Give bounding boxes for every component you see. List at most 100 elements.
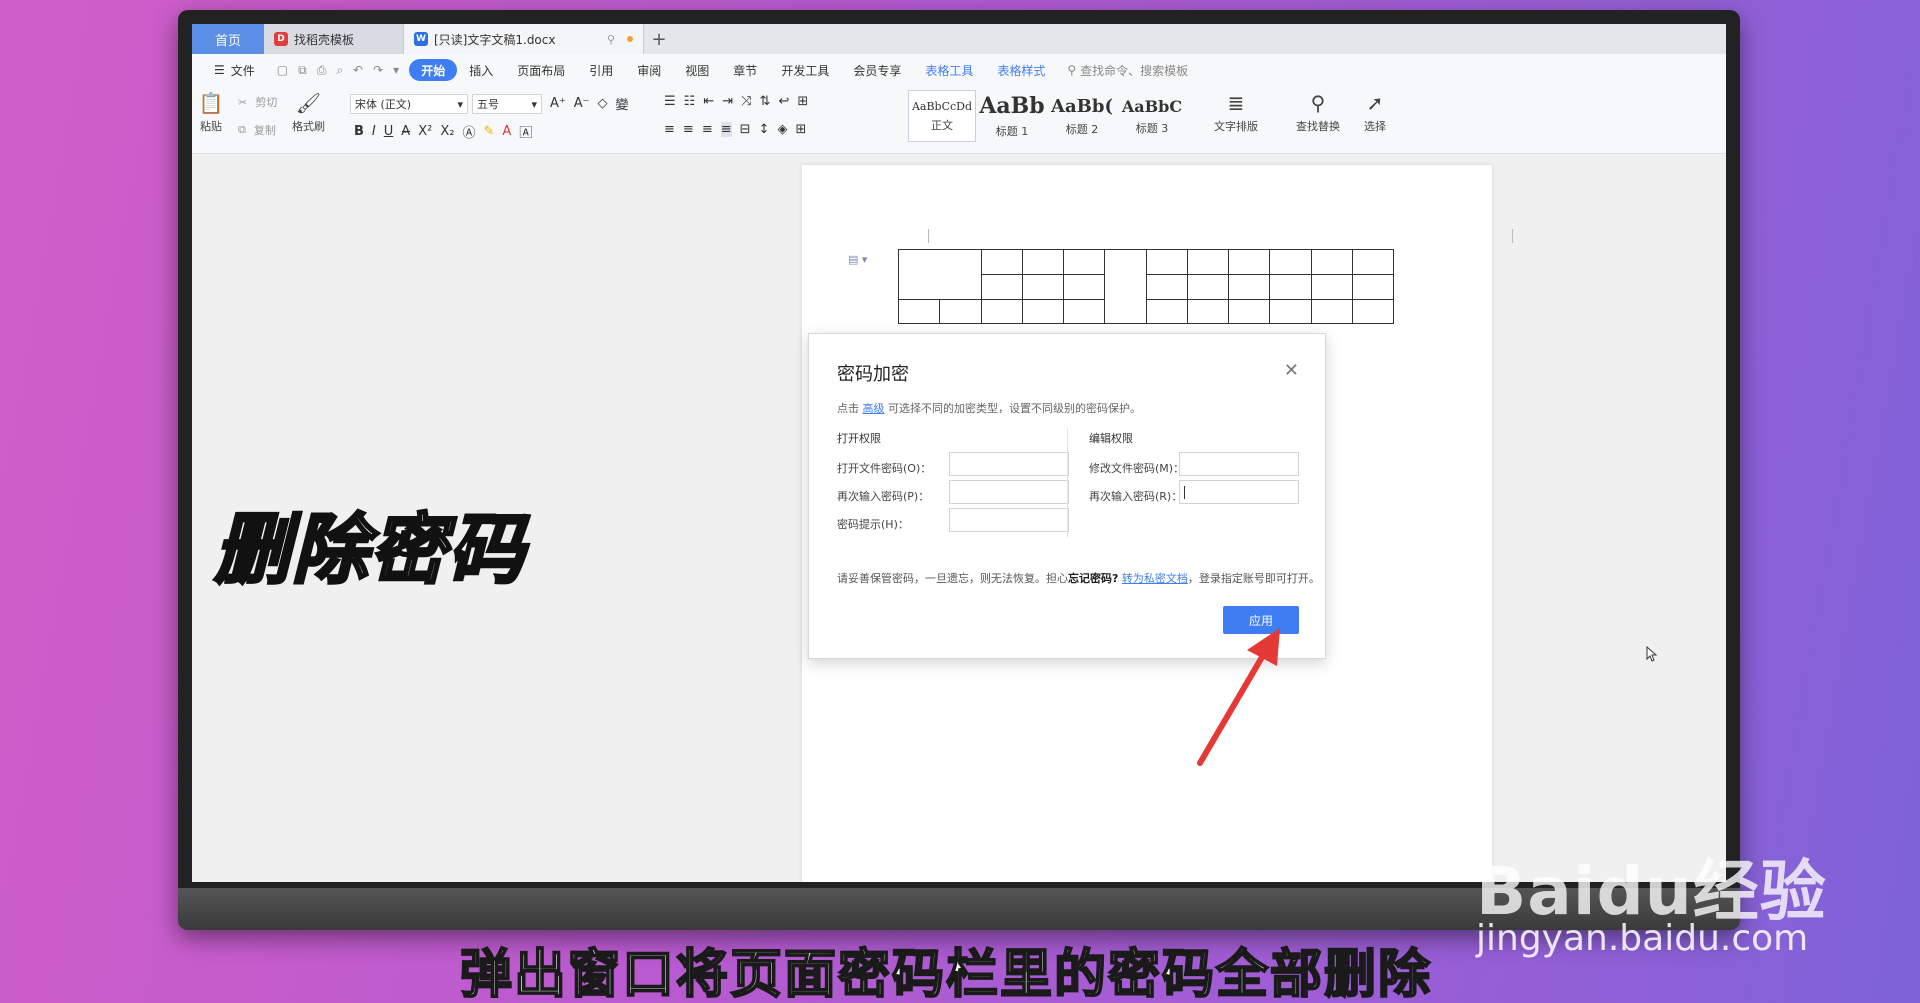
table-cell[interactable] (1186, 274, 1230, 300)
table-cell[interactable] (1062, 299, 1106, 324)
bullet-list-icon[interactable]: ☰ (664, 94, 676, 109)
table-cell[interactable] (1351, 249, 1395, 275)
menu-table-style[interactable]: 表格样式 (985, 59, 1057, 81)
font-name-select[interactable]: 宋体 (正文) ▾ (350, 94, 468, 114)
align-right-icon[interactable]: ≡ (702, 122, 713, 137)
text-layout-button[interactable]: ≣ 文字排版 (1214, 90, 1258, 134)
menu-insert[interactable]: 插入 (457, 59, 505, 81)
phonetic-icon[interactable]: 變 (616, 94, 629, 113)
table-cell[interactable] (980, 299, 1023, 324)
table-cell[interactable] (939, 299, 982, 324)
tab-template[interactable]: D 找稻壳模板 (264, 24, 404, 54)
edit-confirm-field[interactable] (1179, 480, 1299, 504)
copy-button[interactable]: ⧉ 复制 (238, 122, 276, 138)
table-cell[interactable] (1310, 299, 1353, 324)
document-table[interactable] (897, 249, 1395, 324)
table-cell[interactable] (1021, 274, 1065, 300)
font-size-select[interactable]: 五号 ▾ (472, 94, 542, 114)
sort-icon[interactable]: ⇅ (760, 94, 771, 109)
table-cell[interactable] (1186, 299, 1230, 324)
underline-icon[interactable]: U (384, 124, 394, 139)
table-cell[interactable] (980, 274, 1023, 300)
shading-icon[interactable]: ◈ (777, 122, 787, 137)
char-border-icon[interactable]: 🄰 (519, 122, 532, 141)
table-cell[interactable] (1062, 274, 1106, 300)
justify-icon[interactable]: ≡ (720, 122, 732, 137)
table-cell[interactable] (1021, 299, 1065, 324)
style-normal[interactable]: AaBbCcDd 正文 (908, 90, 976, 142)
select-button[interactable]: ➚ 选择 (1362, 90, 1388, 134)
subscript-icon[interactable]: X₂ (440, 124, 454, 139)
menu-member[interactable]: 会员专享 (841, 59, 913, 81)
style-heading-3[interactable]: AaBbC 标题 3 (1118, 90, 1186, 142)
style-heading-1[interactable]: AaBb 标题 1 (978, 90, 1046, 142)
menu-review[interactable]: 审阅 (625, 59, 673, 81)
table-cell[interactable] (1269, 274, 1312, 300)
more-icon[interactable]: ▾ (393, 63, 399, 78)
table-cell[interactable] (1269, 249, 1312, 275)
chinese-layout-icon[interactable]: ⤨ (741, 94, 751, 109)
undo-icon[interactable]: ↶ (353, 63, 363, 78)
new-tab-button[interactable]: + (644, 24, 674, 54)
tab-home[interactable]: 首页 (192, 24, 264, 54)
open-password-field[interactable] (949, 452, 1069, 476)
align-center-icon[interactable]: ≡ (683, 122, 694, 137)
table-cell[interactable] (1310, 249, 1353, 275)
table-cell[interactable] (1145, 299, 1188, 324)
print-icon[interactable]: ⎙ (317, 63, 327, 78)
menu-reference[interactable]: 引用 (577, 59, 625, 81)
menu-section[interactable]: 章节 (721, 59, 769, 81)
menu-view[interactable]: 视图 (673, 59, 721, 81)
file-menu[interactable]: ☰ 文件 (202, 59, 267, 81)
table-cell[interactable] (1145, 274, 1188, 300)
align-left-icon[interactable]: ≡ (664, 122, 675, 137)
save-icon[interactable]: ▢ (277, 63, 288, 78)
password-hint-field[interactable] (949, 508, 1069, 532)
command-search[interactable]: ⚲ 查找命令、搜索模板 (1067, 62, 1188, 79)
table-cell[interactable] (1351, 274, 1395, 300)
distribute-icon[interactable]: ⊟ (740, 122, 751, 137)
menu-table-tools[interactable]: 表格工具 (913, 59, 985, 81)
table-cell[interactable] (1186, 249, 1230, 275)
table-cell[interactable] (1227, 249, 1271, 275)
table-cell[interactable] (1062, 249, 1106, 275)
format-painter-button[interactable]: 🖌 格式刷 (292, 90, 325, 134)
strikethrough-icon[interactable]: A̶ (401, 124, 410, 139)
table-cell[interactable] (1227, 299, 1271, 324)
close-icon[interactable]: ✕ (1284, 360, 1299, 381)
bold-icon[interactable]: B (354, 124, 364, 139)
grow-font-icon[interactable]: A⁺ (550, 96, 566, 111)
tab-document[interactable]: W [只读]文字文稿1.docx ⚲ (404, 24, 644, 54)
clear-format-icon[interactable]: ◇ (598, 96, 608, 111)
open-confirm-field[interactable] (949, 480, 1069, 504)
font-color-icon[interactable]: A (502, 124, 511, 139)
table-cell[interactable] (1269, 299, 1312, 324)
table-cell[interactable] (1227, 274, 1271, 300)
show-marks-icon[interactable]: ↩ (778, 94, 789, 109)
decrease-indent-icon[interactable]: ⇤ (703, 94, 714, 109)
superscript-icon[interactable]: X² (418, 124, 432, 139)
italic-icon[interactable]: I (372, 124, 376, 139)
border-icon[interactable]: ⊞ (795, 122, 806, 137)
increase-indent-icon[interactable]: ⇥ (722, 94, 733, 109)
menu-layout[interactable]: 页面布局 (505, 59, 577, 81)
style-heading-2[interactable]: AaBb( 标题 2 (1048, 90, 1116, 142)
line-spacing-icon[interactable]: ↕ (759, 122, 770, 137)
paste-button[interactable]: 📋 粘贴 (198, 90, 224, 134)
advanced-link[interactable]: 高级 (863, 402, 885, 415)
menu-home[interactable]: 开始 (409, 59, 458, 81)
table-cell[interactable] (980, 249, 1023, 275)
redo-icon[interactable]: ↷ (373, 63, 383, 78)
text-effect-icon[interactable]: Ⓐ (462, 122, 475, 141)
cut-button[interactable]: ✂ 剪切 (238, 94, 277, 110)
table-cell[interactable] (1310, 274, 1353, 300)
table-cell[interactable] (1021, 249, 1065, 275)
highlight-icon[interactable]: ✎ (483, 124, 494, 139)
find-replace-button[interactable]: ⚲ 查找替换 (1296, 90, 1340, 134)
preview-icon[interactable]: ⌕ (336, 63, 343, 78)
edit-password-field[interactable] (1179, 452, 1299, 476)
table-cell[interactable] (898, 249, 982, 300)
table-cell[interactable] (1351, 299, 1395, 324)
table-cell[interactable] (897, 299, 941, 324)
shrink-font-icon[interactable]: A⁻ (574, 96, 590, 111)
